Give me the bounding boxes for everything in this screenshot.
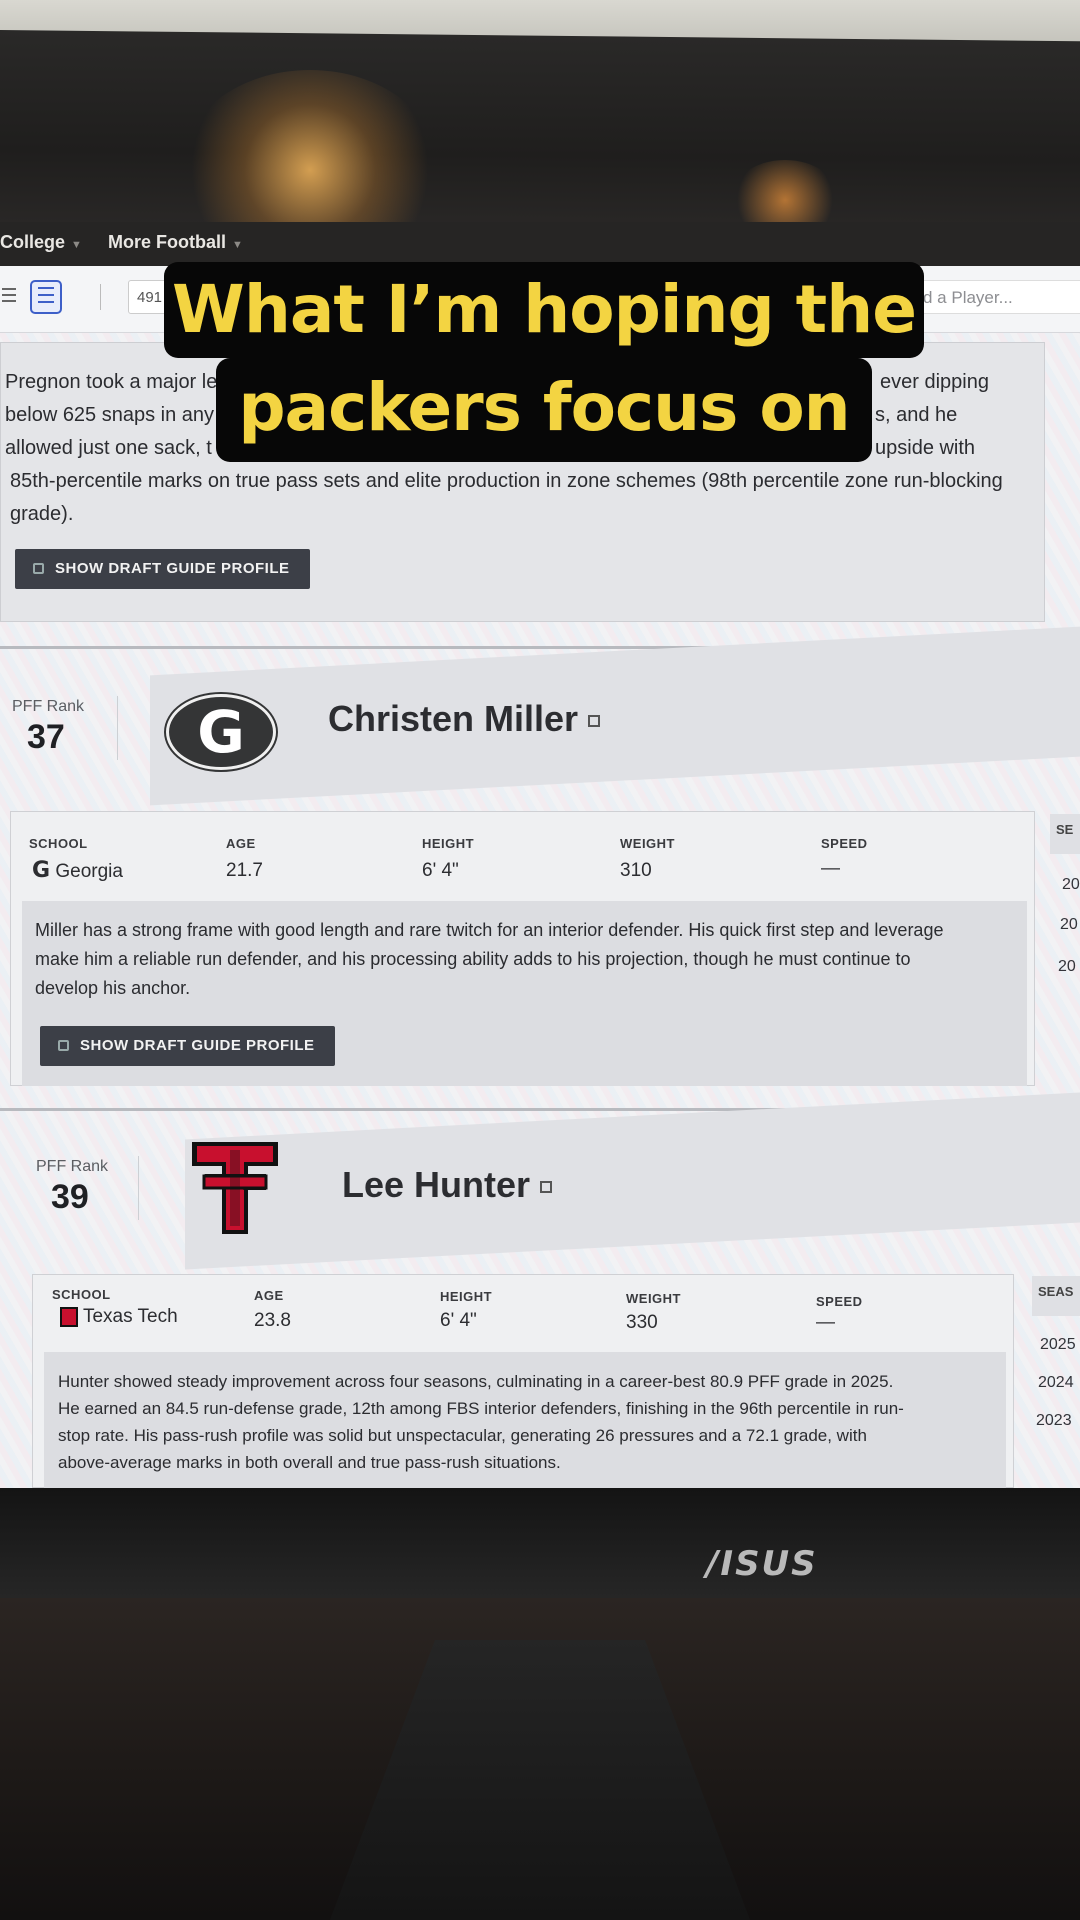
description-line: He earned an 84.5 run-defense grade, 12t… <box>58 1399 904 1418</box>
show-draft-guide-button[interactable]: SHOW DRAFT GUIDE PROFILE <box>40 1026 335 1066</box>
list-view-icon[interactable] <box>30 280 62 314</box>
player-name[interactable]: Lee Hunter <box>342 1164 553 1206</box>
texas-tech-small-icon <box>60 1306 78 1327</box>
caret-down-icon: ▼ <box>71 239 82 251</box>
rank-divider <box>117 696 118 760</box>
season-year: 2025 <box>1040 1336 1076 1353</box>
book-icon <box>33 563 44 574</box>
pff-rank-value: 37 <box>27 718 65 756</box>
header-band <box>185 1092 1080 1270</box>
player-name-text: Lee Hunter <box>342 1164 531 1205</box>
season-column-header: SE <box>1050 814 1080 854</box>
external-link-icon[interactable] <box>540 1181 553 1194</box>
school-value[interactable]: Texas Tech <box>60 1306 178 1328</box>
season-year: 20 <box>1058 958 1076 975</box>
weight-column-label: WEIGHT <box>626 1291 681 1306</box>
hamburger-menu-icon[interactable] <box>2 288 16 302</box>
external-link-icon[interactable] <box>588 715 601 728</box>
school-column-label: SCHOOL <box>52 1287 111 1302</box>
pff-rank-label: PFF Rank <box>12 698 85 715</box>
monitor-brand-logo: /ISUS <box>706 1544 818 1584</box>
nav-item-label: College <box>0 232 66 252</box>
summary-line: s, and he <box>875 404 958 426</box>
school-column-label: SCHOOL <box>29 836 88 851</box>
speed-column-label: SPEED <box>821 836 868 851</box>
toolbar-divider <box>100 284 101 310</box>
pff-rank-label: PFF Rank <box>36 1158 109 1175</box>
button-label: SHOW DRAFT GUIDE PROFILE <box>80 1037 315 1054</box>
description-line: Hunter showed steady improvement across … <box>58 1372 894 1391</box>
season-year: 20 <box>1060 916 1078 933</box>
player-description: Hunter showed steady improvement across … <box>58 1368 1003 1476</box>
season-column-header: SEAS <box>1032 1276 1080 1316</box>
age-column-label: AGE <box>254 1288 284 1303</box>
header-band <box>150 626 1080 806</box>
age-value: 23.8 <box>254 1310 291 1331</box>
school-name: Georgia <box>55 861 123 882</box>
speed-column-label: SPEED <box>816 1294 863 1309</box>
texas-tech-double-t-logo-icon <box>192 1142 278 1234</box>
description-line: stop rate. His pass-rush profile was sol… <box>58 1426 867 1445</box>
season-year: 2024 <box>1038 1374 1074 1391</box>
monitor-bottom-bezel <box>0 1488 1080 1598</box>
pff-rank-value: 39 <box>51 1178 89 1216</box>
book-icon <box>58 1040 69 1051</box>
caption-line-2: packers focus on <box>216 358 872 462</box>
summary-line: allowed just one sack, t <box>5 437 212 459</box>
monitor-top-bezel <box>0 30 1080 242</box>
speed-value: — <box>816 1312 835 1333</box>
summary-line: below 625 snaps in any <box>5 404 215 426</box>
summary-line: ever dipping <box>880 371 989 393</box>
school-value[interactable]: G Georgia <box>32 858 123 883</box>
summary-line: grade). <box>10 503 74 525</box>
speed-value: — <box>821 858 840 879</box>
age-value: 21.7 <box>226 860 263 881</box>
nav-item-college[interactable]: College ▼ <box>0 232 82 253</box>
season-year: 2023 <box>1036 1412 1072 1429</box>
weight-value: 330 <box>626 1312 658 1333</box>
height-column-label: HEIGHT <box>422 836 475 851</box>
caret-down-icon: ▼ <box>232 239 243 251</box>
description-line: develop his anchor. <box>35 978 191 998</box>
description-line: Miller has a strong frame with good leng… <box>35 920 944 940</box>
player-description: Miller has a strong frame with good leng… <box>35 916 1025 1003</box>
caption-line-1: What I’m hoping the <box>164 262 924 358</box>
age-column-label: AGE <box>226 836 256 851</box>
rank-divider <box>138 1156 139 1220</box>
weight-column-label: WEIGHT <box>620 836 675 851</box>
player-search-input[interactable]: d a Player... <box>910 280 1080 314</box>
summary-line: upside with <box>875 437 976 459</box>
season-year: 20 <box>1062 876 1080 893</box>
nav-item-label: More Football <box>108 232 226 252</box>
button-label: SHOW DRAFT GUIDE PROFILE <box>55 560 290 577</box>
georgia-g-small-icon: G <box>32 858 51 883</box>
height-column-label: HEIGHT <box>440 1289 493 1304</box>
height-value: 6' 4" <box>422 860 459 881</box>
nav-item-more-football[interactable]: More Football ▼ <box>108 232 243 253</box>
school-name: Texas Tech <box>82 1306 178 1327</box>
summary-line: Pregnon took a major le <box>5 371 218 393</box>
height-value: 6' 4" <box>440 1310 477 1331</box>
player-name-text: Christen Miller <box>328 698 579 739</box>
weight-value: 310 <box>620 860 652 881</box>
description-line: above-average marks in both overall and … <box>58 1453 561 1472</box>
site-top-nav: College ▼ More Football ▼ <box>0 222 1080 266</box>
description-line: make him a reliable run defender, and hi… <box>35 949 911 969</box>
player-name[interactable]: Christen Miller <box>328 698 601 740</box>
show-draft-guide-button[interactable]: SHOW DRAFT GUIDE PROFILE <box>15 549 310 589</box>
georgia-g-logo-icon: G <box>166 694 276 770</box>
summary-line: 85th-percentile marks on true pass sets … <box>10 470 1003 492</box>
